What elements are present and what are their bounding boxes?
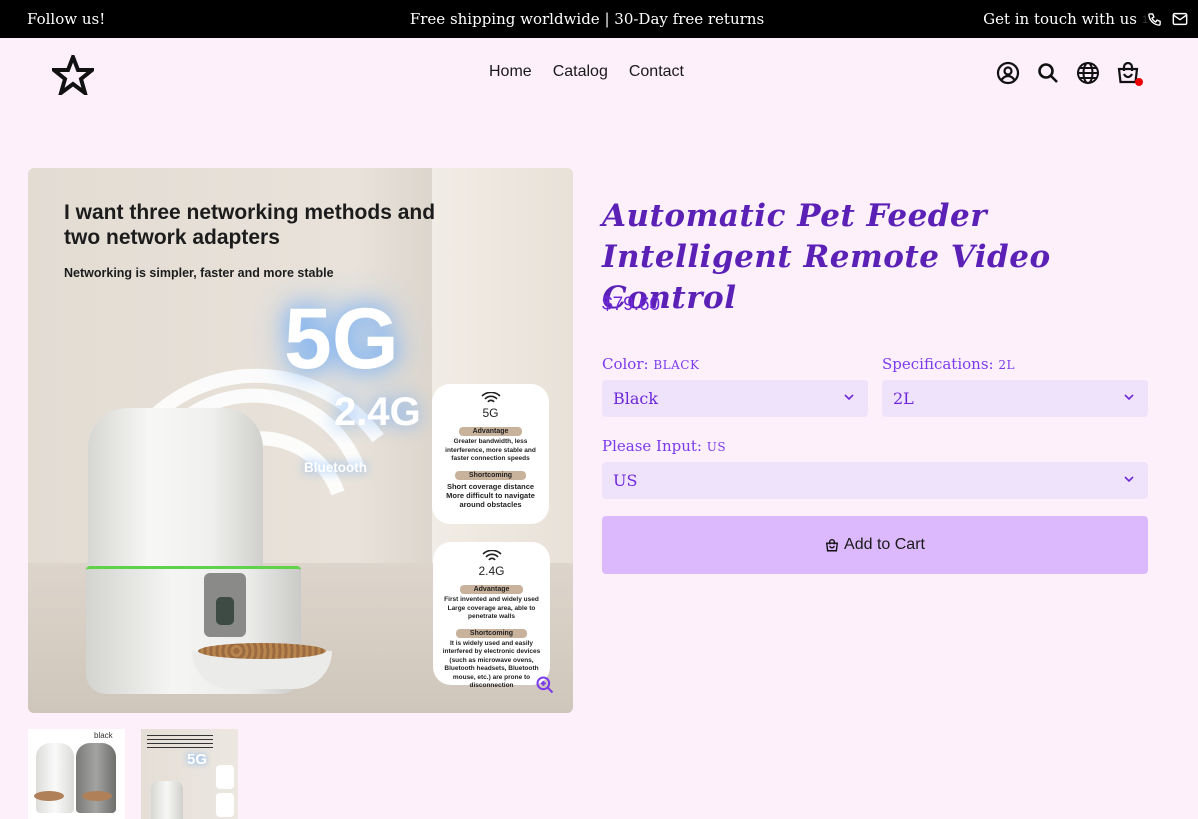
chevron-down-icon bbox=[1124, 476, 1134, 483]
product-main-image[interactable]: I want three networking methods and two … bbox=[28, 168, 573, 713]
cart-notification-dot bbox=[1135, 78, 1143, 86]
zoom-icon[interactable] bbox=[535, 675, 555, 700]
chevron-down-icon bbox=[1124, 394, 1134, 401]
spec-option-value: 2L bbox=[998, 358, 1015, 372]
card-5g-advantage-label: Advantage bbox=[458, 427, 523, 436]
product-price: $79.60 bbox=[602, 294, 661, 315]
shopping-bag-icon bbox=[825, 538, 839, 551]
card-24g: 2.4G Advantage First invented and widely… bbox=[433, 542, 550, 689]
feeder-panel bbox=[204, 573, 246, 637]
contact-link[interactable]: Get in touch with us bbox=[983, 10, 1137, 28]
contact-area: Get in touch with us bbox=[983, 10, 1188, 28]
wifi-icon bbox=[481, 550, 502, 561]
color-select[interactable]: Black bbox=[602, 380, 868, 417]
spec-select[interactable]: 2L bbox=[882, 380, 1148, 417]
star-icon[interactable] bbox=[48, 51, 98, 99]
wifi-icon bbox=[480, 392, 501, 403]
product-title: Automatic Pet Feeder Intelligent Remote … bbox=[602, 198, 1051, 316]
search-icon[interactable] bbox=[1036, 61, 1060, 85]
thumbnail-networking[interactable]: 5G bbox=[141, 729, 238, 819]
cart-icon[interactable] bbox=[1116, 61, 1143, 86]
image-headline: I want three networking methods and two … bbox=[64, 201, 436, 249]
card-24g-advantage-text: First invented and widely used Large cov… bbox=[444, 596, 539, 620]
input-option-value: US bbox=[706, 440, 727, 454]
card-5g-shortcoming-text: Short coverage distance More difficult t… bbox=[446, 481, 535, 509]
chevron-down-icon bbox=[844, 394, 854, 401]
card-24g-shortcoming-label: Shortcoming bbox=[455, 628, 528, 638]
input-option-label: Please Input: US bbox=[602, 437, 727, 455]
card-5g: 5G Advantage Greater bandwidth, less int… bbox=[432, 384, 549, 524]
image-5g-label: 5G bbox=[284, 291, 399, 387]
site-header: Home Catalog Contact bbox=[0, 38, 1198, 110]
thumbnail-black[interactable]: black bbox=[28, 729, 125, 819]
spec-option-label: Specifications: 2L bbox=[882, 355, 1015, 373]
globe-icon[interactable] bbox=[1076, 61, 1100, 85]
card-5g-shortcoming-label: Shortcoming bbox=[454, 470, 527, 480]
add-to-cart-label: Add to Cart bbox=[844, 536, 925, 553]
input-select[interactable]: US bbox=[602, 462, 1148, 499]
feeder-bowl bbox=[192, 643, 332, 689]
thumbnail-5g-label: 5G bbox=[187, 751, 208, 768]
image-24g-label: 2.4G bbox=[334, 390, 421, 434]
input-select-value: US bbox=[613, 471, 638, 490]
nav-catalog[interactable]: Catalog bbox=[553, 63, 608, 81]
header-icons bbox=[996, 61, 1143, 86]
spec-select-value: 2L bbox=[893, 389, 914, 408]
nav-contact[interactable]: Contact bbox=[629, 63, 684, 81]
phone-icon[interactable] bbox=[1147, 12, 1162, 27]
card-24g-title: 2.4G bbox=[478, 564, 505, 578]
main-nav: Home Catalog Contact bbox=[489, 63, 684, 81]
add-to-cart-button[interactable]: Add to Cart bbox=[602, 516, 1148, 574]
card-24g-advantage-label: Advantage bbox=[459, 585, 524, 594]
mail-icon[interactable] bbox=[1172, 12, 1188, 26]
thumbnail-label: black bbox=[94, 731, 113, 740]
image-subhead: Networking is simpler, faster and more s… bbox=[64, 266, 334, 280]
color-option-label: Color: BLACK bbox=[602, 355, 700, 373]
color-option-value: BLACK bbox=[653, 358, 700, 372]
card-24g-shortcoming-text: It is widely used and easily interfered … bbox=[442, 639, 541, 690]
image-bluetooth-label: Bluetooth bbox=[304, 460, 367, 475]
card-5g-title: 5G bbox=[482, 406, 499, 420]
account-icon[interactable] bbox=[996, 61, 1020, 85]
announcement-bar: Follow us! Free shipping worldwide | 30-… bbox=[0, 0, 1198, 38]
color-select-value: Black bbox=[613, 389, 659, 408]
card-5g-advantage-text: Greater bandwidth, less interference, mo… bbox=[445, 438, 536, 462]
cart-count-badge: 1 bbox=[1142, 14, 1149, 26]
nav-home[interactable]: Home bbox=[489, 63, 532, 81]
